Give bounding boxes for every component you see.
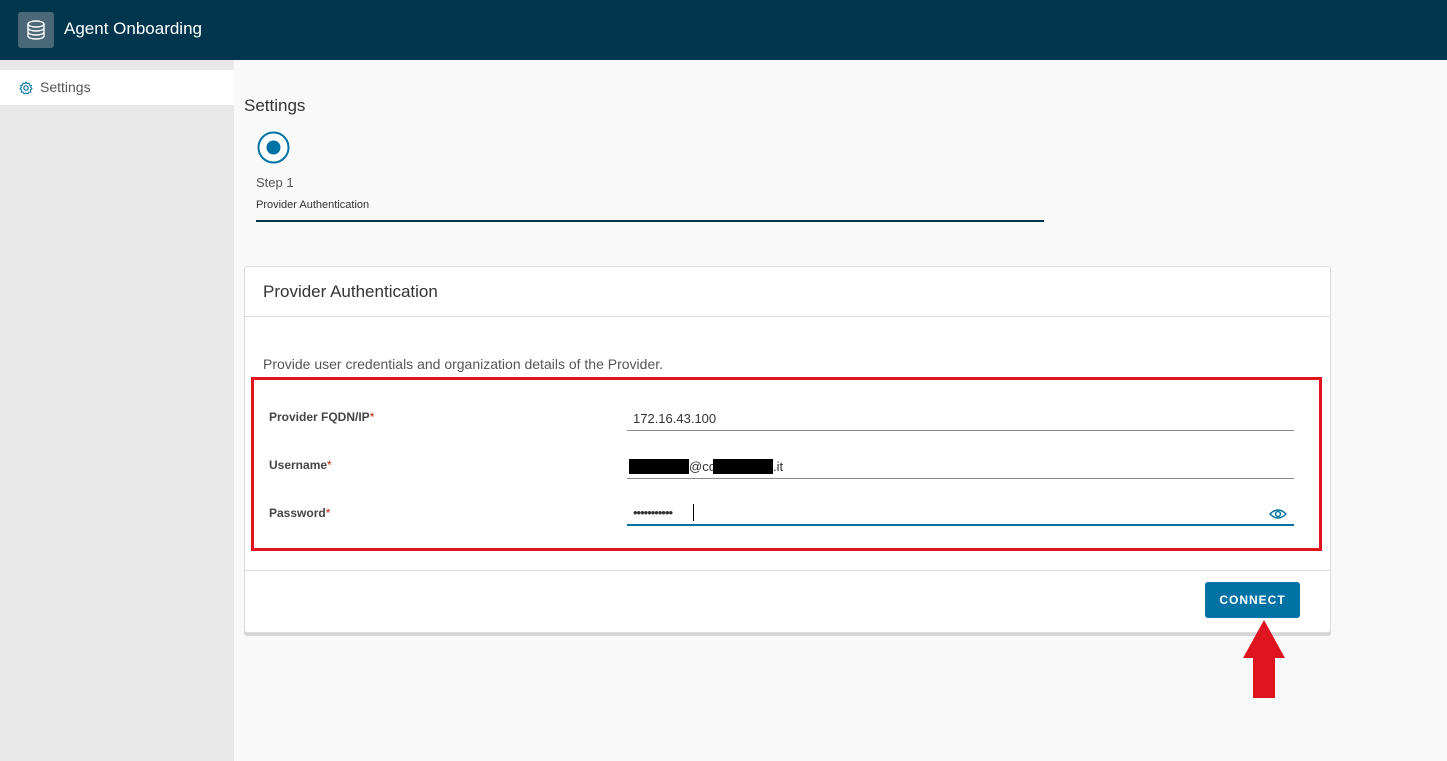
gear-icon [19, 81, 33, 95]
database-icon[interactable] [18, 12, 54, 48]
sidebar-item-label: Settings [40, 79, 91, 95]
step-name: Provider Authentication [256, 199, 370, 211]
eye-icon[interactable] [1269, 508, 1287, 520]
password-label: Password* [269, 506, 330, 520]
sidebar-item-settings[interactable]: Settings [0, 70, 234, 105]
username-value-suffix: .it [773, 459, 784, 474]
arrow-up-icon [1243, 620, 1285, 698]
fqdn-input[interactable] [627, 407, 1294, 431]
step-radio-icon[interactable] [257, 131, 290, 164]
password-input[interactable]: ••••••••••• [627, 502, 1294, 526]
step-progress-line [256, 220, 1044, 222]
sidebar: Settings [0, 60, 234, 761]
username-value: @co [689, 459, 716, 474]
required-mark: * [369, 410, 375, 424]
text-cursor [693, 504, 694, 521]
card-title: Provider Authentication [263, 282, 438, 301]
card-footer-divider [245, 570, 1330, 571]
redaction-bar [713, 459, 773, 474]
card-header: Provider Authentication [245, 267, 1330, 317]
username-label: Username* [269, 458, 332, 472]
password-value: ••••••••••• [633, 505, 673, 520]
fqdn-label: Provider FQDN/IP* [269, 410, 374, 424]
app-title: Agent Onboarding [64, 19, 202, 38]
card-description: Provide user credentials and organizatio… [263, 356, 664, 372]
username-input[interactable]: @co .it [627, 455, 1294, 479]
connect-button[interactable]: CONNECT [1205, 582, 1300, 618]
password-label-text: Password [269, 506, 326, 520]
fqdn-label-text: Provider FQDN/IP [269, 410, 370, 424]
top-header: Agent Onboarding [0, 0, 1447, 60]
required-mark: * [325, 506, 331, 520]
page-title: Settings [244, 96, 306, 115]
required-mark: * [327, 458, 332, 472]
redaction-bar [629, 459, 689, 474]
step-number: Step 1 [256, 175, 294, 190]
username-label-text: Username [269, 458, 328, 472]
